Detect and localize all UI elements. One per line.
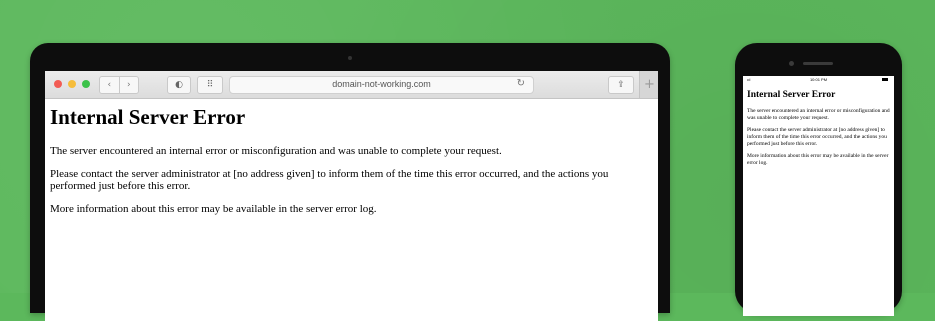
error-log-paragraph: More information about this error may be… [50, 202, 377, 215]
close-window-button[interactable] [54, 80, 62, 88]
page-content: Internal Server Error The server encount… [50, 105, 650, 225]
forward-icon[interactable]: › [118, 77, 139, 93]
reload-icon[interactable]: ↻ [517, 78, 525, 89]
contact-admin-paragraph: Please contact the server administrator … [50, 167, 609, 193]
phone-error-log-paragraph: More information about this error may be… [747, 153, 889, 166]
phone-status-bar: •ıl 10:01 PM [743, 76, 894, 84]
tab-overview-icon[interactable]: ⠿ [197, 76, 223, 94]
browser-toolbar: ‹ › ◐ ⠿ domain-not-working.com ↻ ⇪ + [45, 71, 658, 99]
back-icon[interactable]: ‹ [100, 77, 119, 93]
phone-screen: •ıl 10:01 PM Internal Server Error The s… [743, 76, 894, 316]
laptop-camera [348, 56, 352, 60]
share-icon[interactable]: ⇪ [608, 76, 634, 94]
phone-camera [789, 61, 794, 66]
privacy-shield-icon[interactable]: ◐ [167, 76, 191, 94]
minimize-window-button[interactable] [68, 80, 76, 88]
laptop-screen: ‹ › ◐ ⠿ domain-not-working.com ↻ ⇪ + Int… [45, 71, 658, 321]
phone-device: •ıl 10:01 PM Internal Server Error The s… [735, 43, 902, 316]
phone-page-title: Internal Server Error [747, 90, 836, 100]
phone-time: 10:01 PM [809, 77, 828, 82]
phone-speaker [803, 62, 833, 65]
navigation-buttons: ‹ › [99, 76, 139, 94]
laptop-device: ‹ › ◐ ⠿ domain-not-working.com ↻ ⇪ + Int… [30, 43, 670, 321]
page-title: Internal Server Error [50, 105, 246, 129]
address-bar[interactable]: domain-not-working.com ↻ [229, 76, 534, 94]
maximize-window-button[interactable] [82, 80, 90, 88]
phone-contact-admin-paragraph: Please contact the server administrator … [747, 127, 887, 147]
new-tab-button[interactable]: + [639, 71, 658, 98]
url-text: domain-not-working.com [332, 79, 431, 89]
phone-error-message-paragraph: The server encountered an internal error… [747, 108, 890, 121]
battery-icon [882, 78, 888, 81]
phone-page-content: Internal Server Error The server encount… [747, 90, 894, 172]
error-message-paragraph: The server encountered an internal error… [50, 145, 502, 157]
